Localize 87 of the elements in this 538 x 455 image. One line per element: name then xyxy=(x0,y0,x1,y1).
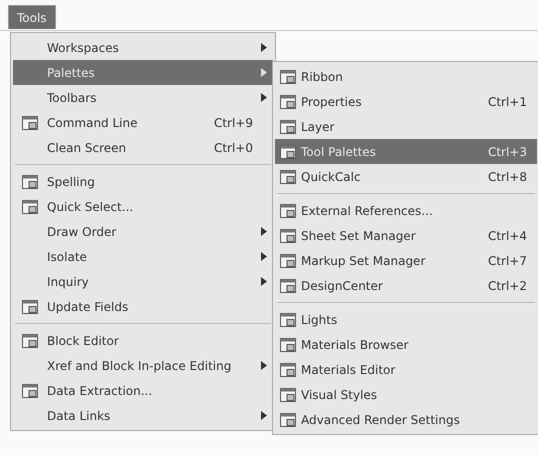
panel-icon xyxy=(21,114,39,132)
tools-menu-tab[interactable]: Tools xyxy=(8,5,56,29)
menu-item[interactable]: Advanced Render Settings xyxy=(275,407,537,432)
menu-item[interactable]: Clean Screen Ctrl+0 xyxy=(13,135,273,160)
panel-icon xyxy=(279,360,297,378)
panel-icon xyxy=(279,118,297,136)
item-label: Xref and Block In-place Editing xyxy=(47,358,232,372)
menu-item[interactable]: External References... xyxy=(275,198,537,223)
shortcut-text: Ctrl+1 xyxy=(488,94,527,108)
item-label: Data Extraction... xyxy=(47,384,154,398)
shortcut-text: Ctrl+4 xyxy=(488,228,527,242)
panel-icon xyxy=(279,68,297,86)
panel-icon xyxy=(279,202,297,220)
item-label: Block Editor xyxy=(47,334,120,348)
item-label: Ribbon xyxy=(301,70,344,84)
menu-item[interactable]: Quick Select... xyxy=(13,194,273,219)
item-label: Tool Palettes xyxy=(301,144,377,158)
menu-item[interactable]: Materials Editor xyxy=(275,357,537,382)
menu-item[interactable]: Data Extraction... xyxy=(13,378,273,403)
item-label: Layer xyxy=(301,120,336,134)
shortcut-text: Ctrl+7 xyxy=(488,254,527,268)
menu-item[interactable]: Ribbon xyxy=(275,64,537,89)
menu-item[interactable]: Palettes xyxy=(13,60,273,85)
item-label: Properties xyxy=(301,94,363,108)
panel-icon xyxy=(21,198,39,216)
shortcut-text: Ctrl+0 xyxy=(214,140,253,154)
panel-icon xyxy=(21,332,39,350)
shortcut-text: Ctrl+2 xyxy=(488,278,527,292)
item-label: Advanced Render Settings xyxy=(301,412,461,426)
item-label: Toolbars xyxy=(47,90,98,104)
item-label: Spelling xyxy=(47,174,96,188)
menu-item[interactable]: Isolate xyxy=(13,244,273,269)
menu-item[interactable]: Tool Palettes Ctrl+3 xyxy=(275,139,537,164)
menu-item[interactable]: Toolbars xyxy=(13,85,273,110)
panel-icon xyxy=(279,276,297,294)
item-label: Clean Screen xyxy=(47,140,128,154)
panel-icon xyxy=(279,142,297,160)
item-label: Draw Order xyxy=(47,224,118,238)
item-label: Materials Editor xyxy=(301,362,396,376)
item-label: Update Fields xyxy=(47,300,130,314)
menu-item[interactable]: Update Fields xyxy=(13,294,273,319)
panel-icon xyxy=(21,298,39,316)
panel-icon xyxy=(279,226,297,244)
item-label: Materials Browser xyxy=(301,338,410,352)
menu-item[interactable]: Inquiry xyxy=(13,269,273,294)
item-label: Palettes xyxy=(47,66,96,80)
menu-item[interactable]: QuickCalc Ctrl+8 xyxy=(275,164,537,189)
panel-icon xyxy=(21,382,39,400)
panel-icon xyxy=(279,410,297,428)
item-label: External References... xyxy=(301,204,434,218)
shortcut-text: Ctrl+9 xyxy=(214,116,253,130)
menu-item[interactable]: Layer xyxy=(275,114,537,139)
item-label: Inquiry xyxy=(47,274,90,288)
menu-item[interactable]: Properties Ctrl+1 xyxy=(275,89,537,114)
menu-item[interactable]: Draw Order xyxy=(13,219,273,244)
panel-icon xyxy=(279,168,297,186)
menu-item[interactable]: Visual Styles xyxy=(275,382,537,407)
menu-item[interactable]: Command Line Ctrl+9 xyxy=(13,110,273,135)
shortcut-text: Ctrl+3 xyxy=(488,144,527,158)
menu-item[interactable]: Materials Browser xyxy=(275,332,537,357)
panel-icon xyxy=(279,386,297,404)
menu-item[interactable]: Data Links xyxy=(13,403,273,428)
menu-item[interactable]: Markup Set Manager Ctrl+7 xyxy=(275,248,537,273)
item-label: Visual Styles xyxy=(301,388,378,402)
menu-item[interactable]: Workspaces xyxy=(13,35,273,60)
panel-icon xyxy=(279,310,297,328)
panel-icon xyxy=(279,336,297,354)
panel-icon xyxy=(279,92,297,110)
menu-item[interactable]: Sheet Set Manager Ctrl+4 xyxy=(275,223,537,248)
menu-item[interactable]: Lights xyxy=(275,307,537,332)
item-label: Sheet Set Manager xyxy=(301,228,417,242)
panel-icon xyxy=(21,172,39,190)
item-label: Command Line xyxy=(47,116,138,130)
menu-item[interactable]: Block Editor xyxy=(13,328,273,353)
menu-item[interactable]: Xref and Block In-place Editing xyxy=(13,353,273,378)
item-label: Markup Set Manager xyxy=(301,254,426,268)
item-label: Lights xyxy=(301,312,338,326)
menu-item[interactable]: DesignCenter Ctrl+2 xyxy=(275,273,537,298)
item-label: QuickCalc xyxy=(301,170,362,184)
menu-item[interactable]: Spelling xyxy=(13,169,273,194)
item-label: Isolate xyxy=(47,250,88,264)
panel-icon xyxy=(279,252,297,270)
item-label: Data Links xyxy=(47,408,112,422)
shortcut-text: Ctrl+8 xyxy=(488,170,527,184)
item-label: Quick Select... xyxy=(47,200,134,214)
item-label: Workspaces xyxy=(47,40,120,54)
item-label: DesignCenter xyxy=(301,278,384,292)
